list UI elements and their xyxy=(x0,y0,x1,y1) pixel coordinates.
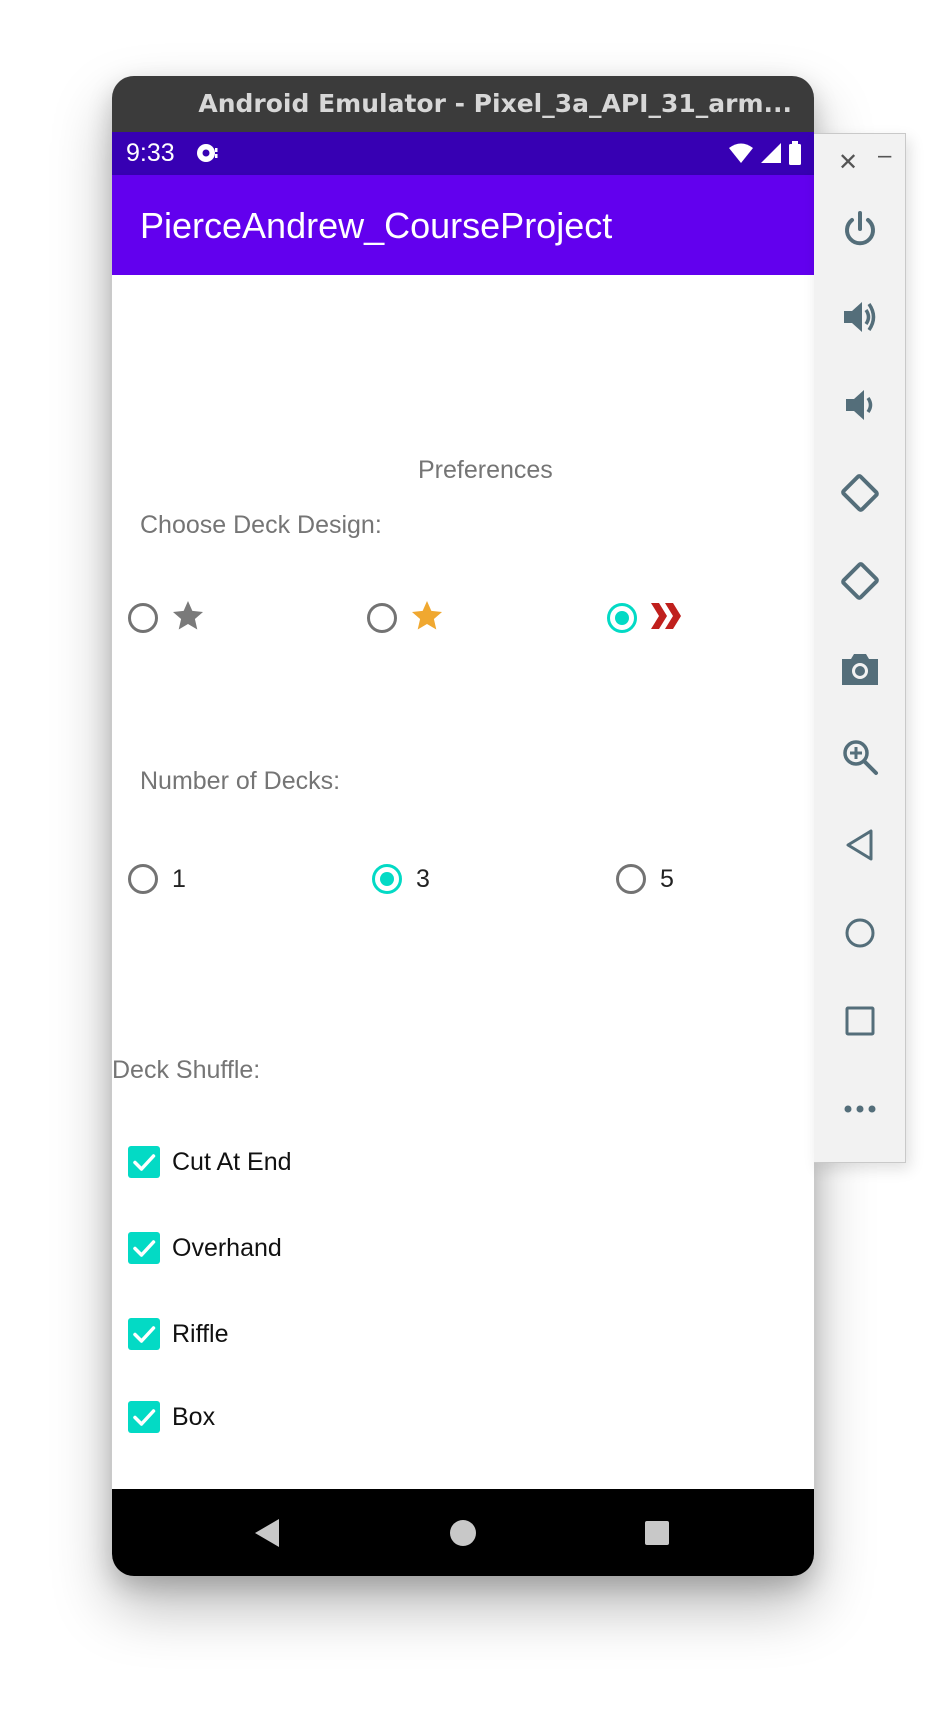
shuffle-checkbox-riffle[interactable]: Riffle xyxy=(128,1314,229,1354)
shuffle-checkbox-cut-at-end[interactable]: Cut At End xyxy=(128,1142,292,1182)
red-chevrons-icon xyxy=(649,601,683,636)
notification-icon xyxy=(196,141,222,170)
gray-star-icon xyxy=(170,598,206,639)
gold-star-icon xyxy=(409,598,445,639)
back-button[interactable] xyxy=(814,810,906,880)
battery-icon xyxy=(788,141,802,170)
radio-button-selected[interactable] xyxy=(372,864,402,894)
checkbox-label: Cut At End xyxy=(172,1147,292,1176)
power-icon xyxy=(845,211,875,246)
home-icon xyxy=(845,918,875,948)
navigation-bar xyxy=(112,1489,814,1576)
deck-design-option-gray-star[interactable] xyxy=(128,593,206,643)
radio-button-selected[interactable] xyxy=(607,603,637,633)
radio-button[interactable] xyxy=(367,603,397,633)
checkbox-checked[interactable] xyxy=(128,1232,160,1264)
checkbox-checked[interactable] xyxy=(128,1318,160,1350)
window-title-bar[interactable]: Android Emulator - Pixel_3a_API_31_arm..… xyxy=(112,76,814,132)
rotate-left-icon xyxy=(841,474,879,512)
radio-label: 1 xyxy=(172,864,186,893)
decks-option-3[interactable]: 3 xyxy=(372,854,430,904)
volume-up-button[interactable] xyxy=(814,282,906,352)
nav-back-button[interactable] xyxy=(227,1489,307,1576)
radio-button[interactable] xyxy=(616,864,646,894)
deck-shuffle-label: Deck Shuffle: xyxy=(112,1056,261,1084)
screenshot-button[interactable] xyxy=(814,634,906,704)
checkbox-checked[interactable] xyxy=(128,1401,160,1433)
status-time: 9:33 xyxy=(126,139,175,167)
radio-label: 3 xyxy=(416,864,430,893)
preferences-heading: Preferences xyxy=(418,456,553,484)
radio-button[interactable] xyxy=(128,603,158,633)
wifi-icon xyxy=(728,142,754,169)
overview-icon xyxy=(845,1006,875,1036)
checkbox-label: Overhand xyxy=(172,1233,282,1262)
volume-down-icon xyxy=(846,390,873,420)
more-button[interactable] xyxy=(814,1074,906,1144)
shuffle-checkbox-box[interactable]: Box xyxy=(128,1397,215,1437)
overview-square-icon xyxy=(645,1520,669,1545)
window-title: Android Emulator - Pixel_3a_API_31_arm..… xyxy=(198,89,792,118)
radio-button[interactable] xyxy=(128,864,158,894)
shuffle-checkbox-overhand[interactable]: Overhand xyxy=(128,1228,282,1268)
decks-option-1[interactable]: 1 xyxy=(128,854,186,904)
overview-button[interactable] xyxy=(814,986,906,1056)
rotate-right-icon xyxy=(841,562,879,600)
rotate-right-button[interactable] xyxy=(814,546,906,616)
app-bar: PierceAndrew_CourseProject xyxy=(112,175,814,275)
deck-design-label: Choose Deck Design: xyxy=(140,511,382,539)
checkbox-label: Riffle xyxy=(172,1319,229,1348)
app-title: PierceAndrew_CourseProject xyxy=(140,205,613,246)
minimize-icon[interactable]: – xyxy=(878,142,891,170)
rotate-left-button[interactable] xyxy=(814,458,906,528)
status-bar: 9:33 xyxy=(112,132,814,175)
nav-home-button[interactable] xyxy=(423,1489,503,1576)
volume-up-icon xyxy=(844,302,876,332)
power-button[interactable] xyxy=(814,194,906,264)
camera-icon xyxy=(842,654,878,685)
zoom-icon xyxy=(843,740,878,775)
radio-label: 5 xyxy=(660,864,674,893)
back-triangle-icon xyxy=(255,1518,279,1547)
emulator-side-toolbar: ✕ – xyxy=(814,133,906,1163)
emulator-window: Android Emulator - Pixel_3a_API_31_arm..… xyxy=(112,76,814,1576)
signal-icon xyxy=(760,142,782,169)
nav-overview-button[interactable] xyxy=(617,1489,697,1576)
more-icon xyxy=(844,1105,876,1113)
deck-design-radio-group xyxy=(112,593,814,643)
status-icons xyxy=(728,141,802,170)
home-button[interactable] xyxy=(814,898,906,968)
number-of-decks-label: Number of Decks: xyxy=(140,767,341,795)
preferences-screen: Preferences Choose Deck Design: Number o… xyxy=(112,275,814,1565)
checkbox-label: Box xyxy=(172,1402,216,1431)
deck-design-option-red-chevrons[interactable] xyxy=(607,593,683,643)
number-of-decks-radio-group: 1 3 5 xyxy=(112,854,814,904)
home-circle-icon xyxy=(450,1519,476,1546)
deck-design-option-gold-star[interactable] xyxy=(367,593,445,643)
volume-down-button[interactable] xyxy=(814,370,906,440)
close-icon[interactable]: ✕ xyxy=(838,148,858,177)
checkbox-checked[interactable] xyxy=(128,1146,160,1178)
zoom-button[interactable] xyxy=(814,722,906,792)
back-icon xyxy=(846,829,873,861)
decks-option-5[interactable]: 5 xyxy=(616,854,674,904)
